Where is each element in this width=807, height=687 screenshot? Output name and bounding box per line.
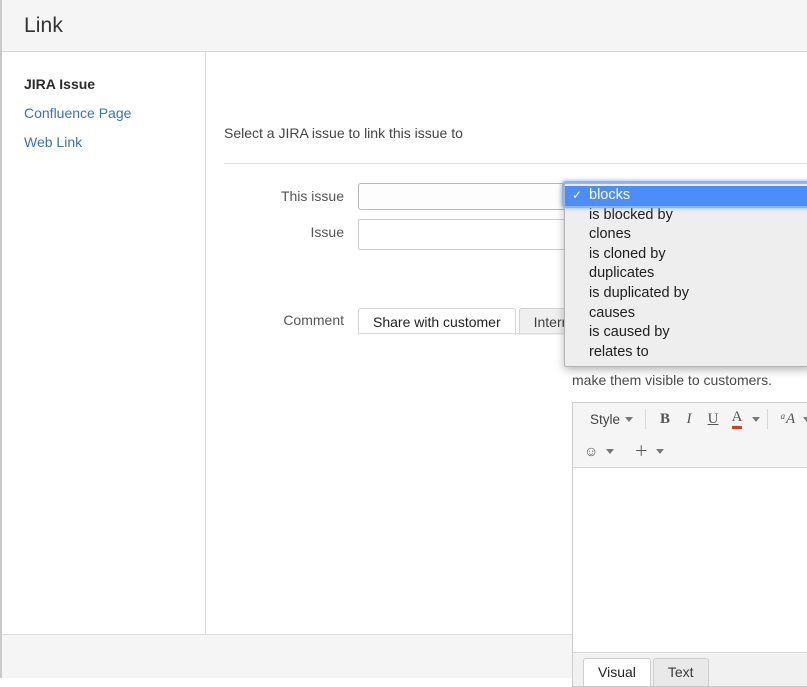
text-effects-icon: ᵃA xyxy=(780,410,796,427)
link-type-options-popup[interactable]: ✓ blocks is blocked by clones is cloned by du… xyxy=(564,183,807,368)
issue-label: Issue xyxy=(310,224,344,240)
underline-icon: U xyxy=(707,410,719,427)
link-type-option-label: is cloned by xyxy=(589,245,666,262)
link-type-option-label: duplicates xyxy=(589,265,655,282)
tab-text[interactable]: Text xyxy=(652,658,709,686)
sidebar-item-label: Web Link xyxy=(24,134,83,150)
insert-button[interactable]: ＋ xyxy=(630,439,652,463)
divider xyxy=(224,163,807,164)
emoji-chevron-down-icon[interactable] xyxy=(606,448,615,454)
link-type-option[interactable]: is duplicated by xyxy=(565,284,807,304)
comment-label: Comment xyxy=(283,312,344,328)
page-title: Link xyxy=(24,13,63,37)
plus-icon: ＋ xyxy=(634,443,649,459)
link-type-option-label: relates to xyxy=(589,343,649,360)
style-dropdown[interactable]: Style xyxy=(580,407,637,431)
toolbar-row-primary: Style B I U A ᵃA xyxy=(573,403,807,435)
toolbar-separator xyxy=(767,409,769,429)
sidebar-item-label: Confluence Page xyxy=(24,105,132,121)
text-color-chevron-down-icon[interactable] xyxy=(752,416,761,422)
editor-toolbar: Style B I U A ᵃA ☺ ＋ xyxy=(573,403,807,468)
link-type-option[interactable]: is cloned by xyxy=(565,245,807,265)
link-type-option[interactable]: is caused by xyxy=(565,323,807,343)
dialog-header: Link xyxy=(2,0,807,52)
bold-icon: B xyxy=(660,410,671,427)
tab-visual[interactable]: Visual xyxy=(583,658,651,686)
italic-button[interactable]: I xyxy=(678,407,700,431)
link-type-option-label: is blocked by xyxy=(589,206,673,223)
text-effects-chevron-down-icon[interactable] xyxy=(803,416,807,422)
link-type-option-label: is caused by xyxy=(589,324,670,341)
link-type-option-label: causes xyxy=(589,304,635,321)
link-type-option-label: clones xyxy=(589,226,631,243)
tab-label: Share with customer xyxy=(373,314,501,330)
link-type-option[interactable]: duplicates xyxy=(565,264,807,284)
style-dropdown-label: Style xyxy=(590,411,621,427)
comment-editor: Style B I U A ᵃA ☺ ＋ Visual Text xyxy=(572,402,807,687)
sidebar-item-confluence-page[interactable]: Confluence Page xyxy=(2,99,205,128)
link-type-option[interactable]: relates to xyxy=(565,343,807,363)
content-panel: Select a JIRA issue to link this issue t… xyxy=(206,52,807,687)
editor-text-area[interactable] xyxy=(573,468,807,652)
text-color-icon: A xyxy=(731,409,743,429)
text-color-button[interactable]: A xyxy=(726,407,748,431)
sidebar-item-jira-issue[interactable]: JIRA Issue xyxy=(2,70,205,99)
toolbar-row-secondary: ☺ ＋ « xyxy=(573,435,807,467)
link-type-option-label: is duplicated by xyxy=(589,284,689,301)
toolbar-separator xyxy=(645,409,647,429)
link-type-option[interactable]: is blocked by xyxy=(565,206,807,226)
sidebar: JIRA Issue Confluence Page Web Link xyxy=(2,52,206,634)
chevron-down-icon xyxy=(625,416,634,422)
italic-icon: I xyxy=(686,410,692,427)
link-dialog: Link JIRA Issue Confluence Page Web Link… xyxy=(0,0,807,687)
editor-footer: Visual Text ↶ ↷ xyxy=(573,652,807,686)
intro-text: Select a JIRA issue to link this issue t… xyxy=(224,125,463,141)
emoji-icon: ☺ xyxy=(584,443,599,459)
link-type-option[interactable]: causes xyxy=(565,304,807,324)
underline-button[interactable]: U xyxy=(702,407,724,431)
emoji-button[interactable]: ☺ xyxy=(580,439,602,463)
sidebar-item-label: JIRA Issue xyxy=(24,76,96,92)
this-issue-label: This issue xyxy=(280,188,344,204)
insert-chevron-down-icon[interactable] xyxy=(656,448,665,454)
dialog-body: JIRA Issue Confluence Page Web Link Sele… xyxy=(2,52,807,687)
link-type-select-focus-ring xyxy=(562,181,807,208)
link-type-option[interactable]: clones xyxy=(565,225,807,245)
tab-share-with-customer[interactable]: Share with customer xyxy=(358,308,516,335)
text-effects-button[interactable]: ᵃA xyxy=(776,407,799,431)
bold-button[interactable]: B xyxy=(654,407,676,431)
sidebar-item-web-link[interactable]: Web Link xyxy=(2,128,205,157)
